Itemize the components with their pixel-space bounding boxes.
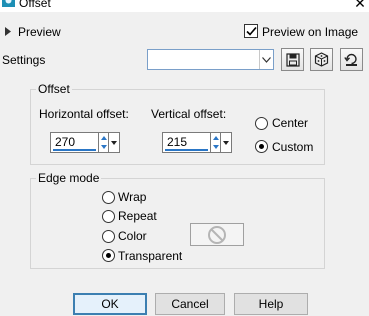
checkmark-icon: [246, 26, 257, 36]
arrow-up-icon[interactable]: [211, 133, 220, 143]
wrap-radio[interactable]: [102, 191, 115, 204]
transparent-label[interactable]: Transparent: [118, 249, 182, 263]
center-radio[interactable]: [255, 117, 268, 130]
repeat-radio[interactable]: [102, 210, 115, 223]
edge-color-swatch[interactable]: [190, 223, 244, 246]
arrow-down-icon[interactable]: [99, 143, 108, 153]
preview-toggle[interactable]: Preview: [18, 25, 61, 39]
help-button[interactable]: Help: [234, 293, 308, 315]
vertical-offset-input[interactable]: 215: [162, 132, 210, 153]
horizontal-offset-input[interactable]: 270: [50, 132, 98, 153]
app-icon: [2, 0, 15, 7]
no-color-icon: [208, 225, 226, 244]
randomize-button[interactable]: [310, 48, 333, 71]
custom-label[interactable]: Custom: [272, 140, 313, 154]
title-bar: [0, 0, 369, 12]
settings-select[interactable]: [147, 49, 274, 70]
vertical-offset-stepper[interactable]: [210, 132, 220, 153]
cancel-button[interactable]: Cancel: [155, 293, 225, 315]
transparent-radio[interactable]: [102, 249, 115, 262]
custom-radio[interactable]: [255, 140, 268, 153]
dice-icon: [314, 52, 329, 67]
preview-on-image-checkbox[interactable]: [244, 24, 258, 38]
horizontal-offset-stepper[interactable]: [98, 132, 108, 153]
chevron-down-icon[interactable]: [259, 50, 273, 69]
reset-defaults-button[interactable]: [340, 48, 363, 71]
repeat-label[interactable]: Repeat: [118, 209, 157, 223]
close-button[interactable]: ✕: [354, 0, 366, 11]
floppy-disk-icon: [285, 52, 300, 67]
edge-mode-group-title: Edge mode: [36, 171, 102, 185]
color-label[interactable]: Color: [118, 229, 147, 243]
reset-icon: [344, 53, 357, 66]
preview-on-image-label[interactable]: Preview on Image: [262, 25, 358, 39]
arrow-down-icon[interactable]: [211, 143, 220, 153]
horizontal-offset-dropdown[interactable]: [108, 132, 120, 153]
color-radio[interactable]: [102, 230, 115, 243]
expand-triangle-icon[interactable]: [5, 27, 12, 36]
ok-button[interactable]: OK: [73, 293, 147, 315]
vertical-offset-label: Vertical offset:: [151, 107, 227, 121]
center-label[interactable]: Center: [272, 116, 308, 130]
window-title: Offset: [19, 0, 51, 10]
wrap-label[interactable]: Wrap: [118, 190, 146, 204]
arrow-up-icon[interactable]: [99, 133, 108, 143]
settings-label: Settings: [2, 53, 46, 67]
vertical-offset-spinbox[interactable]: 215: [162, 132, 232, 153]
horizontal-offset-spinbox[interactable]: 270: [50, 132, 120, 153]
offset-group-title: Offset: [36, 82, 72, 96]
vertical-offset-dropdown[interactable]: [220, 132, 232, 153]
save-preset-button[interactable]: [281, 48, 304, 71]
horizontal-offset-label: Horizontal offset:: [39, 107, 129, 121]
